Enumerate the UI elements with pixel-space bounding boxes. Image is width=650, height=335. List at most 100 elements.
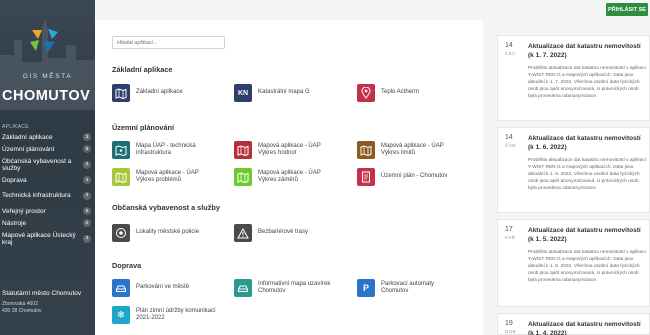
address-street: Zborovská 4602 (2, 301, 38, 307)
gis-label: GIS MĚSTA (22, 73, 73, 80)
sidebar-item-label: Nástroje (2, 219, 27, 227)
sidebar-item-label: Územní plánování (2, 145, 55, 153)
sidebar-item-label: Občanská vybavenost a služby (2, 157, 72, 172)
app-catalog: Základní aplikace Základní aplikace KN K… (95, 20, 483, 335)
location-pin-icon (357, 84, 375, 102)
news-item[interactable]: 14 ČEC Aktualizace dat katastru nemovito… (497, 35, 650, 121)
news-item[interactable]: 14 ČVN Aktualizace dat katastru nemovito… (497, 127, 650, 213)
kn-icon: KN (234, 84, 252, 102)
section-title-zakladni: Základní aplikace (112, 65, 173, 74)
app-bezbarierove-trasy[interactable]: Bezbariérové trasy (234, 224, 338, 242)
sidebar-item-doprava[interactable]: Doprava 4 (0, 174, 95, 186)
sidebar: GIS MĚSTA CHOMUTOV APLIKACE Základní apl… (0, 0, 95, 335)
app-name: Mapová aplikace - ÚAP Výkres záměrů (258, 169, 321, 184)
app-vykres-limitu[interactable]: Mapová aplikace - ÚAP Výkres limitů (357, 141, 461, 159)
news-list: 14 ČEC Aktualizace dat katastru nemovito… (497, 20, 650, 335)
sidebar-item-zakladni[interactable]: Základní aplikace 3 (0, 131, 95, 143)
app-name: Plán zimní údržby komunikací 2021-2022 (136, 307, 216, 322)
sidebar-item-label: Mapové aplikace Ústecký kraj (2, 231, 76, 246)
map-icon (357, 141, 375, 159)
news-text: Proběhla aktualizace dat katastru nemovi… (528, 250, 646, 283)
app-name: Mapová aplikace - ÚAP Výkres hodnot (258, 142, 321, 157)
news-month: KVĚ (505, 235, 516, 240)
sidebar-item-obcanska[interactable]: Občanská vybavenost a služby 2 (0, 155, 95, 174)
app-name: Mapová aplikace - ÚAP Výkres problémů (136, 169, 199, 184)
news-month: DUB (505, 329, 517, 334)
news-title[interactable]: Aktualizace dat katastru nemovitostí (k … (528, 134, 648, 152)
police-badge-icon (112, 224, 130, 242)
sidebar-item-uzemni[interactable]: Územní plánování 6 (0, 143, 95, 155)
count-badge: 3 (83, 191, 91, 200)
search-input[interactable] (112, 36, 225, 49)
app-name: Katastrální mapa G (258, 89, 310, 96)
news-title[interactable]: Aktualizace dat katastru nemovitostí (k … (528, 320, 648, 335)
map-icon (234, 168, 252, 186)
news-day: 14 (505, 134, 513, 141)
app-vykres-problemu[interactable]: Mapová aplikace - ÚAP Výkres problémů (112, 168, 216, 186)
app-name: Bezbariérové trasy (258, 229, 309, 236)
app-name: Lokality městské policie (136, 229, 200, 236)
app-uzemni-plan[interactable]: Územní plán - Chomutov (357, 168, 461, 186)
sidebar-item-label: Základní aplikace (2, 133, 53, 141)
app-teplo-actherm[interactable]: Teplo Actherm (357, 84, 461, 102)
news-month: ČEC (505, 51, 517, 56)
sidebar-item-label: Technická infrastruktura (2, 192, 71, 199)
address: Zborovská 4602 430 28 Chomutov (2, 301, 94, 315)
news-month: ČVN (505, 143, 517, 148)
sidebar-item-label: Doprava (2, 176, 27, 184)
sidebar-item-label: Veřejný prostor (2, 207, 46, 215)
news-title[interactable]: Aktualizace dat katastru nemovitostí (k … (528, 42, 648, 60)
count-badge: 5 (83, 207, 91, 215)
sidebar-item-ustecky[interactable]: Mapové aplikace Ústecký kraj 3 (0, 229, 95, 248)
app-name: Parkovací automaty Chomutov (381, 280, 435, 295)
count-badge: 2 (83, 160, 91, 169)
sidebar-footer: Statutární město Chomutov Zborovská 4602… (2, 290, 94, 315)
sidebar-item-verejny[interactable]: Veřejný prostor 5 (0, 205, 95, 217)
app-zimni-udrzba[interactable]: ❄ Plán zimní údržby komunikací 2021-2022 (112, 306, 216, 324)
news-day: 17 (505, 226, 513, 233)
road-closure-icon (234, 279, 252, 297)
chomutov-logo-icon (30, 29, 58, 53)
app-name: Parkování ve městě (136, 284, 190, 291)
app-name: Informativní mapa uzavírek Chomutov (258, 280, 331, 295)
news-text: Proběhla aktualizace dat katastru nemovi… (528, 66, 646, 99)
app-zakladni-aplikace[interactable]: Základní aplikace (112, 84, 216, 102)
sidebar-item-technicka[interactable]: Technická infrastruktura 3 (0, 186, 95, 205)
news-item[interactable]: 19 DUB Aktualizace dat katastru nemovito… (497, 313, 650, 335)
count-badge: 2 (83, 219, 91, 227)
app-katastralni-mapa[interactable]: KN Katastrální mapa G (234, 84, 338, 102)
app-name: Teplo Actherm (381, 89, 420, 96)
section-title-uzemni: Územní plánování (112, 123, 175, 132)
count-badge: 6 (83, 145, 91, 153)
app-name: Mapa ÚAP - technická infrastruktura (136, 142, 196, 157)
app-name: Územní plán - Chomutov (381, 173, 448, 180)
car-icon (112, 279, 130, 297)
map-icon (112, 168, 130, 186)
network-map-icon (112, 141, 130, 159)
app-name: Mapová aplikace - ÚAP Výkres limitů (381, 142, 444, 157)
app-parkovaci-automaty[interactable]: P Parkovací automaty Chomutov (357, 279, 461, 297)
section-title-obcanska: Občanská vybavenost a služby (112, 203, 220, 212)
app-lokality-policie[interactable]: Lokality městské policie (112, 224, 216, 242)
app-vykres-hodnot[interactable]: Mapová aplikace - ÚAP Výkres hodnot (234, 141, 338, 159)
app-mapa-uap-ti[interactable]: Mapa ÚAP - technická infrastruktura (112, 141, 216, 159)
news-day: 14 (505, 42, 513, 49)
login-button[interactable]: PŘIHLÁSIT SE (606, 3, 648, 16)
count-badge: 3 (83, 133, 91, 141)
app-parkovani[interactable]: Parkování ve městě (112, 279, 216, 297)
app-name: Základní aplikace (136, 89, 183, 96)
section-title-doprava: Doprava (112, 261, 142, 270)
sidebar-menu: Základní aplikace 3 Územní plánování 6 O… (0, 131, 95, 248)
news-day: 19 (505, 320, 513, 327)
apps-section-label: APLIKACE (2, 124, 29, 130)
app-vykres-zameru[interactable]: Mapová aplikace - ÚAP Výkres záměrů (234, 168, 338, 186)
snowflake-icon: ❄ (112, 306, 130, 324)
map-icon (112, 84, 130, 102)
count-badge: 3 (83, 234, 91, 243)
news-item[interactable]: 17 KVĚ Aktualizace dat katastru nemovito… (497, 219, 650, 307)
sidebar-item-nastroje[interactable]: Nástroje 2 (0, 217, 95, 229)
map-icon (234, 141, 252, 159)
app-mapa-uzavirek[interactable]: Informativní mapa uzavírek Chomutov (234, 279, 338, 297)
news-text: Proběhla aktualizace dat katastru nemovi… (528, 158, 646, 191)
news-title[interactable]: Aktualizace dat katastru nemovitostí (k … (528, 226, 648, 244)
